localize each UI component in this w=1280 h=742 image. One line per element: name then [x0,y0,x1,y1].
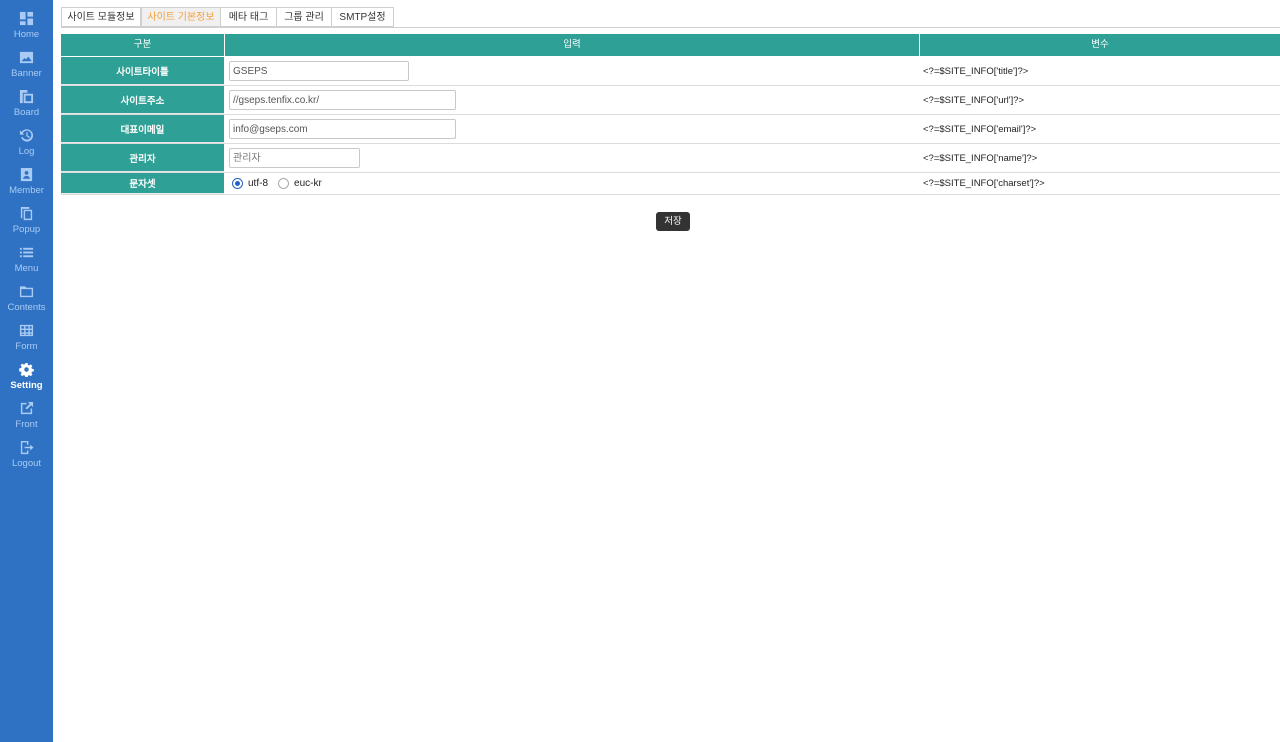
row-variable: <?=$SITE_INFO['charset']?> [923,178,1045,189]
sidebar-item-form[interactable]: Form [0,323,53,362]
sidebar: Home Banner Board Log Member Popup Menu … [0,0,53,742]
table-icon [19,324,34,337]
tab-site-basic-info[interactable]: 사이트 기본정보 [141,7,221,27]
list-icon [19,247,34,258]
site-email-input[interactable] [229,119,456,139]
sidebar-item-front[interactable]: Front [0,401,53,440]
tab-site-module-info[interactable]: 사이트 모듈정보 [61,7,141,27]
save-button[interactable]: 저장 [656,212,690,231]
sidebar-item-label: Contents [7,302,46,313]
tab-group-management[interactable]: 그룹 관리 [276,7,332,27]
header-variable: 변수 [920,34,1280,56]
sidebar-item-board[interactable]: Board [0,89,53,128]
row-input-cell [229,144,360,172]
sidebar-item-label: Form [15,341,38,352]
row-variable: <?=$SITE_INFO['email']?> [923,123,1037,135]
row-label: 사이트타이틀 [61,57,224,85]
sidebar-item-setting[interactable]: Setting [0,362,53,401]
sidebar-item-label: Home [13,29,40,40]
sidebar-item-label: Board [13,107,40,118]
table-row: 대표이메일 <?=$SITE_INFO['email']?> [61,115,1280,144]
table-row: 문자셋 utf-8 euc-kr <?=$SITE_INFO['charset'… [61,173,1280,195]
tab-smtp-settings[interactable]: SMTP설정 [331,7,394,27]
table-row: 사이트타이틀 <?=$SITE_INFO['title']?> [61,57,1280,86]
row-variable: <?=$SITE_INFO['name']?> [923,152,1038,164]
charset-euckr-radio[interactable]: euc-kr [278,178,322,189]
row-label: 관리자 [61,144,224,172]
sidebar-item-label: Banner [11,68,42,79]
header-category: 구분 [61,34,224,56]
folder-icon [19,286,34,298]
row-variable: <?=$SITE_INFO['title']?> [923,65,1029,77]
sidebar-item-label: Menu [14,263,39,274]
sidebar-item-log[interactable]: Log [0,128,53,167]
sidebar-item-logout[interactable]: Logout [0,440,53,479]
radio-label: utf-8 [248,178,269,189]
sidebar-item-contents[interactable]: Contents [0,284,53,323]
charset-utf8-radio[interactable]: utf-8 [232,178,268,189]
radio-label: euc-kr [294,178,322,189]
gear-icon [19,362,34,377]
row-variable: <?=$SITE_INFO['url']?> [923,94,1025,106]
member-badge-icon [20,167,33,182]
sidebar-item-home[interactable]: Home [0,11,53,50]
history-icon [19,129,34,142]
sidebar-item-label: Front [15,419,38,430]
radio-dot-checked[interactable] [232,178,243,189]
row-input-cell [229,115,456,143]
admin-name-input[interactable] [229,148,360,168]
radio-dot-unchecked[interactable] [278,178,290,189]
row-input-cell [229,86,456,114]
sidebar-item-label: Member [9,185,44,196]
sidebar-item-popup[interactable]: Popup [0,206,53,245]
sidebar-item-label: Logout [11,458,42,469]
table-row: 관리자 <?=$SITE_INFO['name']?> [61,144,1280,173]
sidebar-item-member[interactable]: Member [0,167,53,206]
image-icon [19,51,34,64]
tab-meta-tag[interactable]: 메타 태그 [220,7,277,27]
row-label: 문자셋 [61,173,224,194]
row-input-cell: utf-8 euc-kr [232,173,332,194]
copy-icon [20,206,33,221]
board-icon [19,89,34,104]
tab-divider [61,27,1280,28]
sidebar-item-label: Setting [10,380,43,391]
logout-icon [20,440,34,455]
row-input-cell [229,57,409,85]
site-title-input[interactable] [229,61,409,81]
sidebar-item-banner[interactable]: Banner [0,50,53,89]
sidebar-item-menu[interactable]: Menu [0,245,53,284]
sidebar-item-label: Log [18,146,35,157]
external-link-icon [20,401,34,415]
row-label: 대표이메일 [61,115,224,143]
header-input: 입력 [225,34,919,56]
row-label: 사이트주소 [61,86,224,114]
dashboard-icon [19,11,34,26]
site-url-input[interactable] [229,90,456,110]
sidebar-item-label: Popup [12,224,41,235]
table-row: 사이트주소 <?=$SITE_INFO['url']?> [61,86,1280,115]
